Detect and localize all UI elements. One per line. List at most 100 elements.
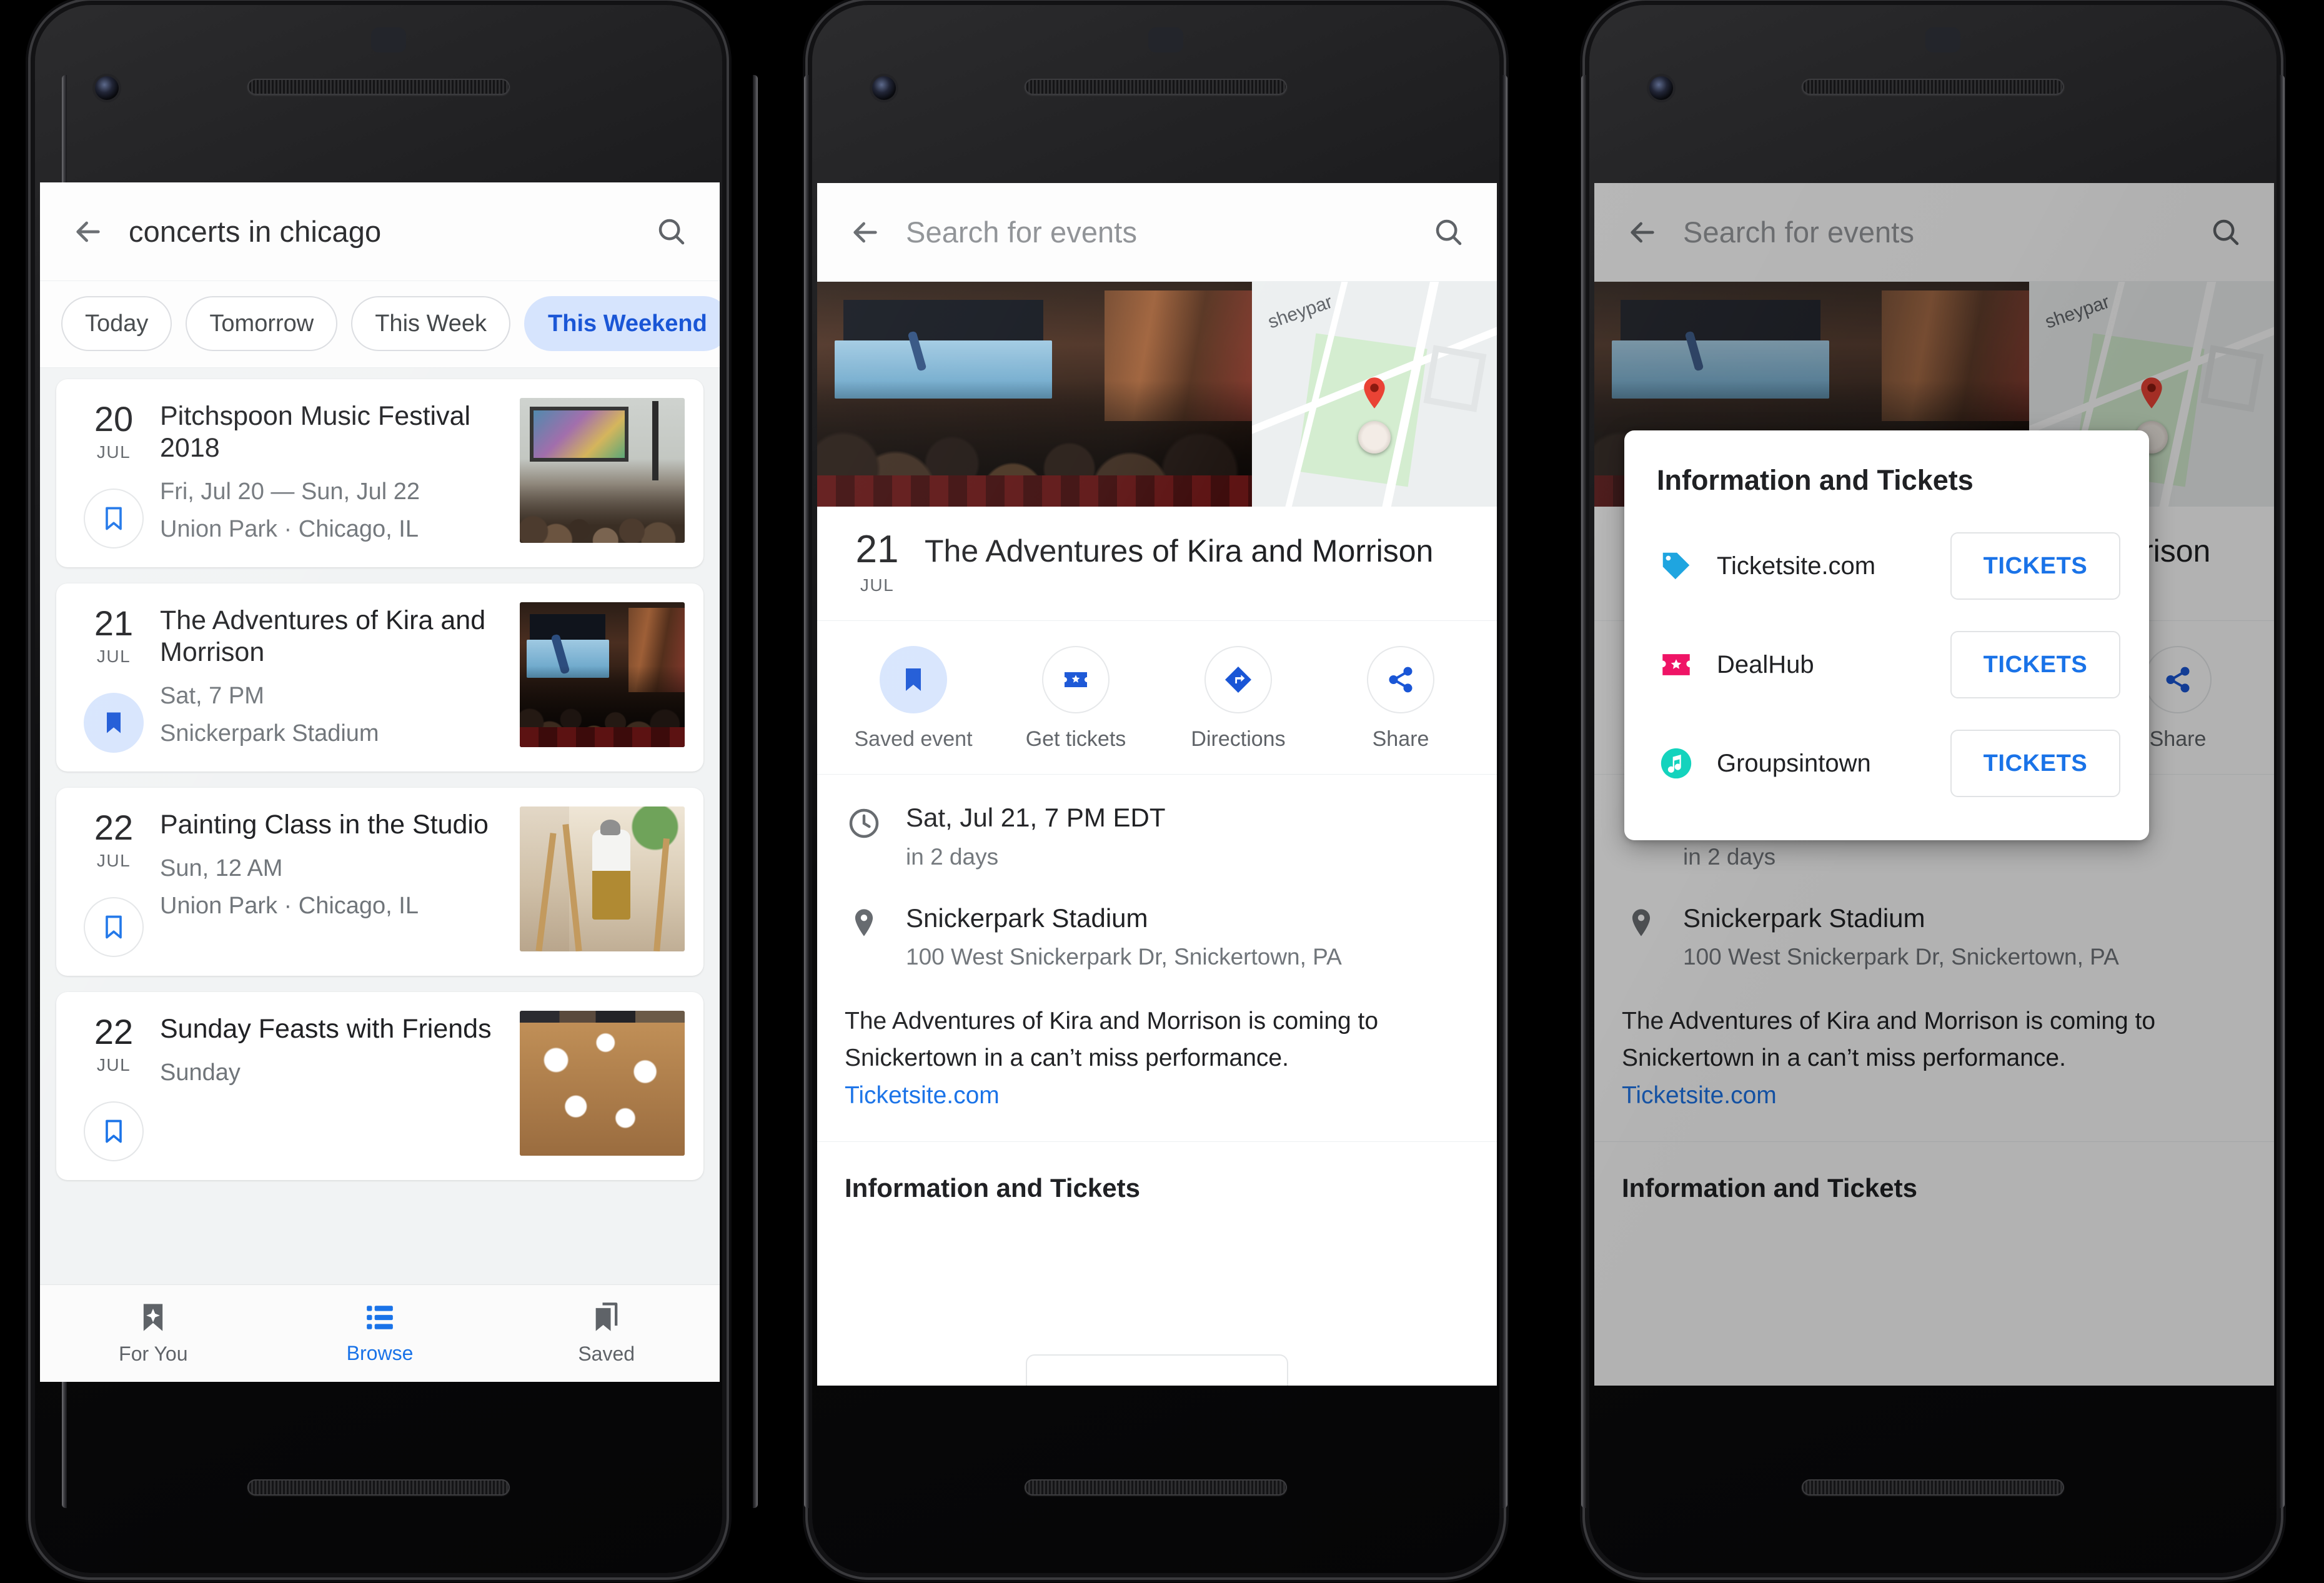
venue-address: 100 West Snickerpark Dr, Snickertown, PA xyxy=(1683,944,2119,970)
event-list-item[interactable]: 22 JUL Sunday Feasts with Friends Sunday xyxy=(56,992,703,1180)
event-month: JUL xyxy=(96,647,131,666)
event-list-item[interactable]: 22 JUL Painting Class in the Studio Sun,… xyxy=(56,788,703,976)
action-get-tickets[interactable]: Get tickets xyxy=(995,646,1157,752)
page-title: The Adventures of Kira and Morrison xyxy=(925,533,1434,568)
bookmark-outline-icon xyxy=(106,915,122,939)
venue-name: Snickerpark Stadium xyxy=(1683,903,1925,933)
back-arrow-icon[interactable] xyxy=(69,212,107,251)
nav-tab-saved[interactable]: Saved xyxy=(493,1301,720,1366)
place-pin-icon xyxy=(843,901,885,973)
information-and-tickets-dialog: Information and Tickets Ticketsite.com T… xyxy=(1624,430,2149,840)
search-icon[interactable] xyxy=(652,212,691,251)
chip-tomorrow[interactable]: Tomorrow xyxy=(186,296,338,351)
front-camera-icon xyxy=(872,76,896,100)
bottom-navigation-bar: For You Browse Saved xyxy=(40,1284,720,1382)
tickets-button[interactable]: TICKETS xyxy=(1950,730,2120,797)
search-input[interactable]: Search for events xyxy=(906,215,1408,249)
bottom-speaker-grille xyxy=(1802,1479,2064,1496)
clock-icon xyxy=(843,801,885,873)
search-app-bar: Search for events xyxy=(1594,183,2274,282)
event-relative-time: in 2 days xyxy=(906,843,999,870)
bookmark-outline-icon xyxy=(106,1119,122,1143)
provider-row: Ticketsite.com TICKETS xyxy=(1624,517,2149,615)
back-arrow-icon[interactable] xyxy=(846,213,885,252)
event-title: Pitchspoon Music Festival 2018 xyxy=(160,401,471,464)
search-input[interactable]: Search for events xyxy=(1683,215,2185,249)
event-datetime: Fri, Jul 20 — Sun, Jul 22 xyxy=(160,479,420,505)
event-venue-row: Snickerpark Stadium 100 West Snickerpark… xyxy=(817,873,1497,973)
share-icon xyxy=(1367,646,1434,713)
action-share[interactable]: Share xyxy=(1319,646,1482,752)
event-date-block: 21 JUL xyxy=(842,530,912,595)
source-link[interactable]: Ticketsite.com xyxy=(845,1077,1469,1114)
event-venue-text: Snickerpark Stadium 100 West Snickerpark… xyxy=(906,901,1342,973)
directions-icon xyxy=(1204,646,1272,713)
nav-label: Saved xyxy=(578,1342,635,1365)
event-month: JUL xyxy=(860,575,895,595)
tickets-button[interactable]: TICKETS xyxy=(1950,631,2120,698)
section-title-information-and-tickets: Information and Tickets xyxy=(1622,1173,1917,1203)
event-list-item[interactable]: 21 JUL The Adventures of Kira and Morris… xyxy=(56,583,703,772)
phone-3-screen: Search for events sheypar Morrison Share… xyxy=(1594,183,2274,1386)
action-label: Get tickets xyxy=(1025,727,1126,751)
event-month: JUL xyxy=(96,851,131,870)
bookmarks-icon xyxy=(595,1303,618,1331)
back-arrow-icon[interactable] xyxy=(1623,213,1662,252)
event-thumbnail xyxy=(520,1011,685,1156)
venue-address: 100 West Snickerpark Dr, Snickertown, PA xyxy=(906,944,1342,970)
event-venue: Union Park · Chicago, IL xyxy=(160,516,419,543)
ticket-star-icon xyxy=(1042,646,1110,713)
phone-side-rail-right xyxy=(1502,75,1507,1508)
phone-device-1: concerts in chicago Today Tomorrow This … xyxy=(35,0,758,1583)
event-hero-media: sheypar xyxy=(817,282,1497,507)
nav-tab-browse[interactable]: Browse xyxy=(267,1302,494,1365)
event-text-block: Pitchspoon Music Festival 2018 Fri, Jul … xyxy=(155,398,520,548)
provider-name: DealHub xyxy=(1717,650,1814,678)
chip-this-week[interactable]: This Week xyxy=(351,296,511,351)
earpiece-speaker-grille xyxy=(1025,79,1287,95)
search-icon[interactable] xyxy=(2207,213,2245,252)
tickets-button-partial[interactable] xyxy=(1026,1354,1288,1386)
event-venue: Union Park · Chicago, IL xyxy=(160,893,419,920)
save-event-button[interactable] xyxy=(84,1101,144,1161)
save-event-button[interactable] xyxy=(84,693,144,753)
search-icon[interactable] xyxy=(1429,213,1468,252)
phone-side-rail-left xyxy=(804,75,809,1508)
chip-this-weekend[interactable]: This Weekend xyxy=(524,296,720,351)
event-title: The Adventures of Kira and Morrison xyxy=(160,605,486,668)
save-event-button[interactable] xyxy=(84,897,144,957)
nav-label: For You xyxy=(119,1342,188,1365)
map-pin-icon xyxy=(1358,376,1391,410)
map-street-label: sheypar xyxy=(1265,291,1335,333)
event-thumbnail xyxy=(520,398,685,543)
event-datetime: Sunday xyxy=(160,1059,241,1086)
action-label: Directions xyxy=(1191,727,1286,751)
venue-map[interactable]: sheypar xyxy=(1252,282,1497,507)
search-input[interactable]: concerts in chicago xyxy=(129,214,631,249)
bottom-speaker-grille xyxy=(247,1479,510,1496)
front-camera-icon xyxy=(95,76,119,100)
proximity-sensor xyxy=(1925,27,1960,52)
event-time-text: Sat, Jul 21, 7 PM EDT in 2 days xyxy=(906,801,1166,873)
save-event-button[interactable] xyxy=(84,489,144,548)
event-text-block: Painting Class in the Studio Sun, 12 AM … xyxy=(155,806,520,957)
event-venue-row: Snickerpark Stadium 100 West Snickerpark… xyxy=(1594,873,2274,973)
map-pin-icon xyxy=(2135,376,2168,410)
source-link[interactable]: Ticketsite.com xyxy=(1622,1077,2247,1114)
nav-label: Browse xyxy=(346,1342,414,1364)
event-list-item[interactable]: 20 JUL Pitchspoon Music Festival 2018 Fr… xyxy=(56,379,703,567)
provider-name: Groupsintown xyxy=(1717,749,1871,777)
event-date-block: 21 JUL xyxy=(72,602,155,753)
music-note-icon xyxy=(1657,744,1696,783)
price-tag-icon xyxy=(1657,547,1696,585)
event-action-row: Saved event Get tickets xyxy=(817,621,1497,775)
nav-tab-for-you[interactable]: For You xyxy=(40,1301,267,1366)
chip-today[interactable]: Today xyxy=(61,296,172,351)
phone-side-rail-right xyxy=(2280,75,2285,1508)
event-text-block: Sunday Feasts with Friends Sunday xyxy=(155,1011,520,1161)
event-datetime: Sat, Jul 21, 7 PM EDT xyxy=(906,803,1166,832)
action-directions[interactable]: Directions xyxy=(1157,646,1319,752)
action-saved-event[interactable]: Saved event xyxy=(832,646,995,752)
tickets-button[interactable]: TICKETS xyxy=(1950,532,2120,600)
event-results-list[interactable]: 20 JUL Pitchspoon Music Festival 2018 Fr… xyxy=(40,368,720,1284)
